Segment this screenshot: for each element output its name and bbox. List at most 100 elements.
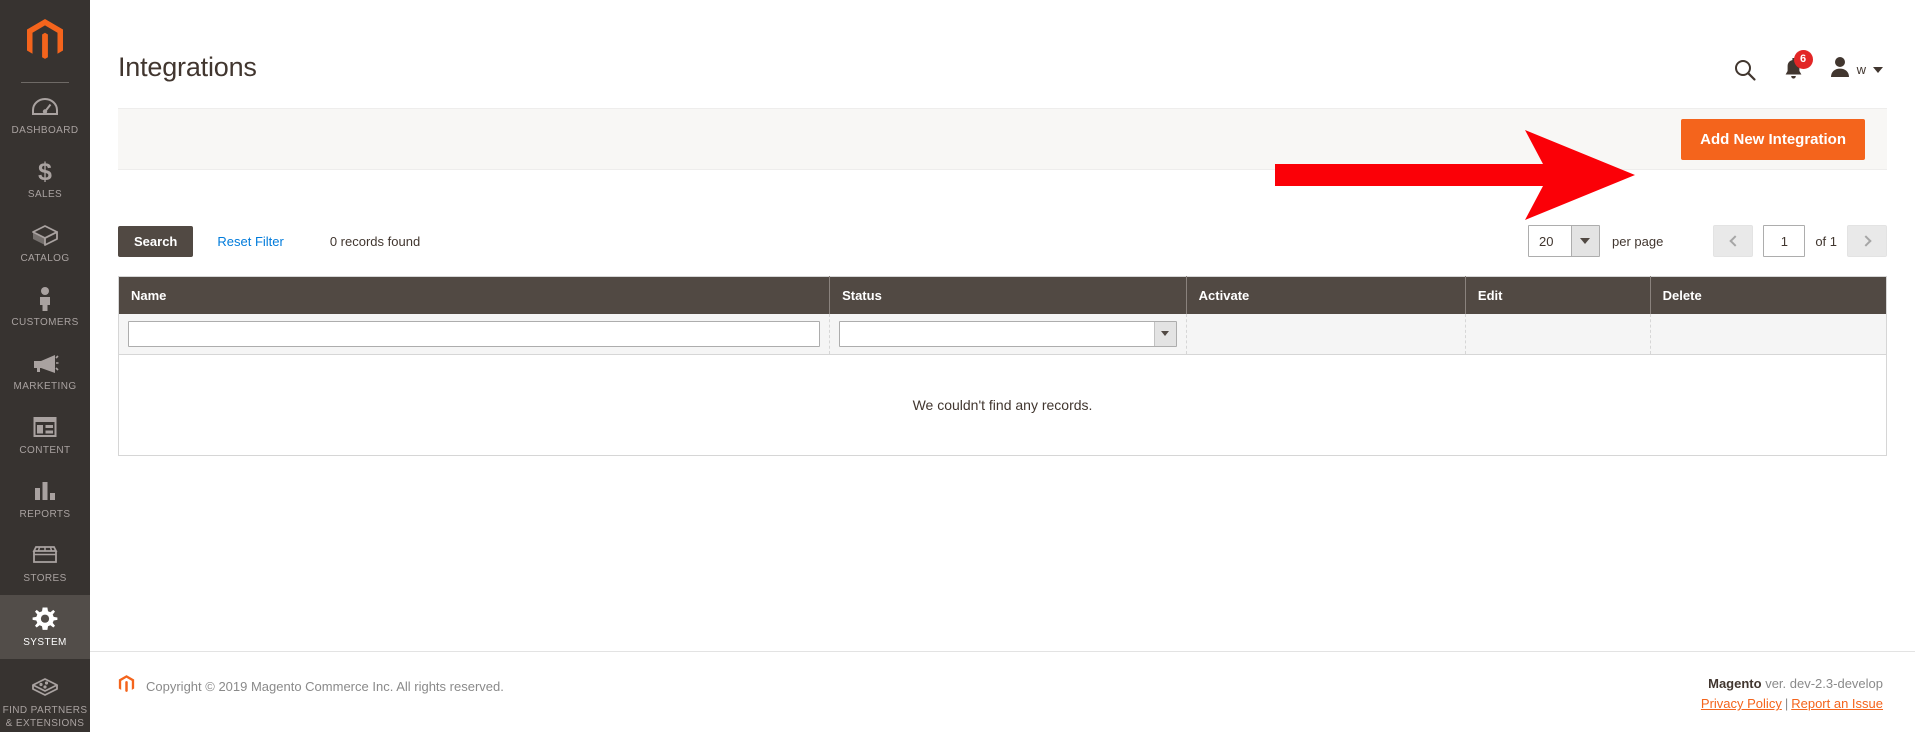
search-button[interactable]: Search [118, 225, 194, 257]
link-separator: | [1784, 696, 1789, 711]
current-page-input[interactable] [1763, 225, 1806, 257]
notification-count-badge: 6 [1793, 49, 1813, 69]
records-found-label: 0 records found [329, 233, 421, 249]
magento-logo-icon [27, 19, 63, 59]
sidebar-item-customers[interactable]: CUSTOMERS [0, 275, 90, 339]
total-pages-label: of 1 [1815, 233, 1837, 249]
pagination: of 1 [1713, 225, 1887, 257]
filter-cell-activate [1186, 313, 1466, 355]
megaphone-icon [31, 350, 59, 376]
magento-logo-icon [118, 674, 135, 699]
dollar-sign-icon: $ [36, 158, 54, 184]
column-header-delete: Delete [1650, 276, 1887, 314]
person-icon [36, 286, 54, 312]
sidebar-item-find-partners-extensions[interactable]: FIND PARTNERS & EXTENSIONS [0, 659, 90, 732]
sidebar-item-label: CATALOG [20, 253, 70, 264]
next-page-button[interactable] [1847, 225, 1887, 257]
sidebar-item-label: CONTENT [19, 445, 71, 456]
footer-version-area: Magento ver. dev-2.3-develop Privacy Pol… [1701, 674, 1883, 714]
admin-app: DASHBOARD $ SALES CATALOG CUSTOMERS MARK… [0, 0, 1915, 732]
notifications-bell-icon[interactable]: 6 [1783, 49, 1813, 82]
sidebar-item-sales[interactable]: $ SALES [0, 147, 90, 211]
grid-toolbar-right: 20 per page of 1 [1527, 225, 1887, 257]
sidebar-item-dashboard[interactable]: DASHBOARD [0, 83, 90, 147]
previous-page-button[interactable] [1713, 225, 1754, 257]
reset-filter-link[interactable]: Reset Filter [217, 234, 283, 249]
gear-icon [32, 606, 58, 632]
user-avatar-icon [1830, 56, 1850, 83]
version-line: Magento ver. dev-2.3-develop [1701, 674, 1883, 694]
chevron-down-icon [1153, 321, 1176, 346]
empty-message: We couldn't find any records. [118, 354, 1887, 455]
status-filter-value [840, 322, 1154, 346]
add-new-integration-button[interactable]: Add New Integration [1681, 118, 1865, 160]
magento-logo[interactable] [0, 0, 90, 68]
report-issue-link[interactable]: Report an Issue [1791, 696, 1883, 711]
chevron-down-icon [1570, 226, 1599, 256]
filter-cell-edit [1465, 313, 1651, 355]
chevron-right-icon [1859, 235, 1872, 247]
version-text: ver. dev-2.3-develop [1765, 676, 1883, 691]
layout-window-icon [33, 414, 57, 440]
name-filter-input[interactable] [128, 320, 821, 347]
column-header-edit: Edit [1465, 276, 1651, 314]
sidebar-item-label: SYSTEM [23, 637, 67, 648]
box-icon [31, 222, 59, 248]
grid-header-row: Name Status Activate Edit Delete [118, 276, 1887, 314]
sidebar-item-label: DASHBOARD [11, 125, 79, 136]
filter-cell-status [829, 313, 1187, 355]
page-header: Integrations 6 w [90, 0, 1915, 108]
sidebar-item-content[interactable]: CONTENT [0, 403, 90, 467]
integrations-grid: Name Status Activate Edit Delete We coul… [118, 276, 1887, 456]
grid-toolbar-left: Search Reset Filter 0 records found [118, 225, 421, 257]
sidebar-item-label: CUSTOMERS [11, 317, 79, 328]
page-title: Integrations [118, 52, 257, 82]
extension-block-icon [31, 673, 59, 699]
chevron-down-icon [1873, 66, 1883, 73]
page-footer: Copyright © 2019 Magento Commerce Inc. A… [90, 651, 1915, 732]
sidebar-item-reports[interactable]: REPORTS [0, 467, 90, 531]
storefront-icon [31, 542, 59, 568]
per-page-label: per page [1611, 233, 1664, 249]
copyright-text: Copyright © 2019 Magento Commerce Inc. A… [146, 679, 504, 694]
per-page-select[interactable]: 20 [1527, 225, 1600, 257]
brand-name: Magento [1708, 676, 1762, 691]
column-header-name[interactable]: Name [118, 276, 831, 314]
admin-sidebar: DASHBOARD $ SALES CATALOG CUSTOMERS MARK… [0, 0, 90, 732]
per-page-value: 20 [1538, 233, 1554, 249]
sidebar-item-label-line2: & EXTENSIONS [5, 718, 85, 729]
dashboard-gauge-icon [32, 94, 58, 120]
sidebar-item-label: MARKETING [13, 381, 77, 392]
search-icon[interactable] [1733, 58, 1757, 82]
column-header-activate: Activate [1186, 276, 1466, 314]
sidebar-item-stores[interactable]: STORES [0, 531, 90, 595]
grid-filter-row [118, 313, 1887, 355]
filter-cell-name [118, 313, 831, 355]
grid-empty-row: We couldn't find any records. [118, 354, 1887, 455]
column-header-status[interactable]: Status [829, 276, 1187, 314]
grid-header: Name Status Activate Edit Delete [118, 276, 1887, 314]
sidebar-item-catalog[interactable]: CATALOG [0, 211, 90, 275]
chevron-left-icon [1729, 235, 1741, 247]
footer-copyright: Copyright © 2019 Magento Commerce Inc. A… [118, 674, 504, 699]
sidebar-item-system[interactable]: SYSTEM [0, 595, 90, 659]
page-actions-bar: Add New Integration [118, 108, 1887, 170]
user-name-label: w [1856, 62, 1866, 77]
grid-toolbar: Search Reset Filter 0 records found 20 p… [118, 222, 1887, 260]
main-content: Integrations 6 w Add New Integration Sea… [90, 0, 1915, 732]
grid-container: Search Reset Filter 0 records found 20 p… [90, 222, 1915, 456]
sidebar-item-label: SALES [27, 189, 63, 200]
user-menu[interactable]: w [1830, 56, 1883, 83]
sidebar-item-label: STORES [23, 573, 67, 584]
sidebar-item-label-line1: FIND PARTNERS [2, 705, 88, 716]
header-actions: 6 w [1733, 49, 1883, 83]
privacy-policy-link[interactable]: Privacy Policy [1701, 696, 1782, 711]
filter-cell-delete [1650, 313, 1887, 355]
svg-text:$: $ [38, 158, 52, 184]
bar-chart-icon [33, 478, 57, 504]
status-filter-select[interactable] [839, 320, 1177, 347]
sidebar-item-label: REPORTS [19, 509, 71, 520]
sidebar-item-marketing[interactable]: MARKETING [0, 339, 90, 403]
grid-body: We couldn't find any records. [118, 313, 1887, 455]
footer-links: Privacy Policy | Report an Issue [1701, 694, 1883, 714]
